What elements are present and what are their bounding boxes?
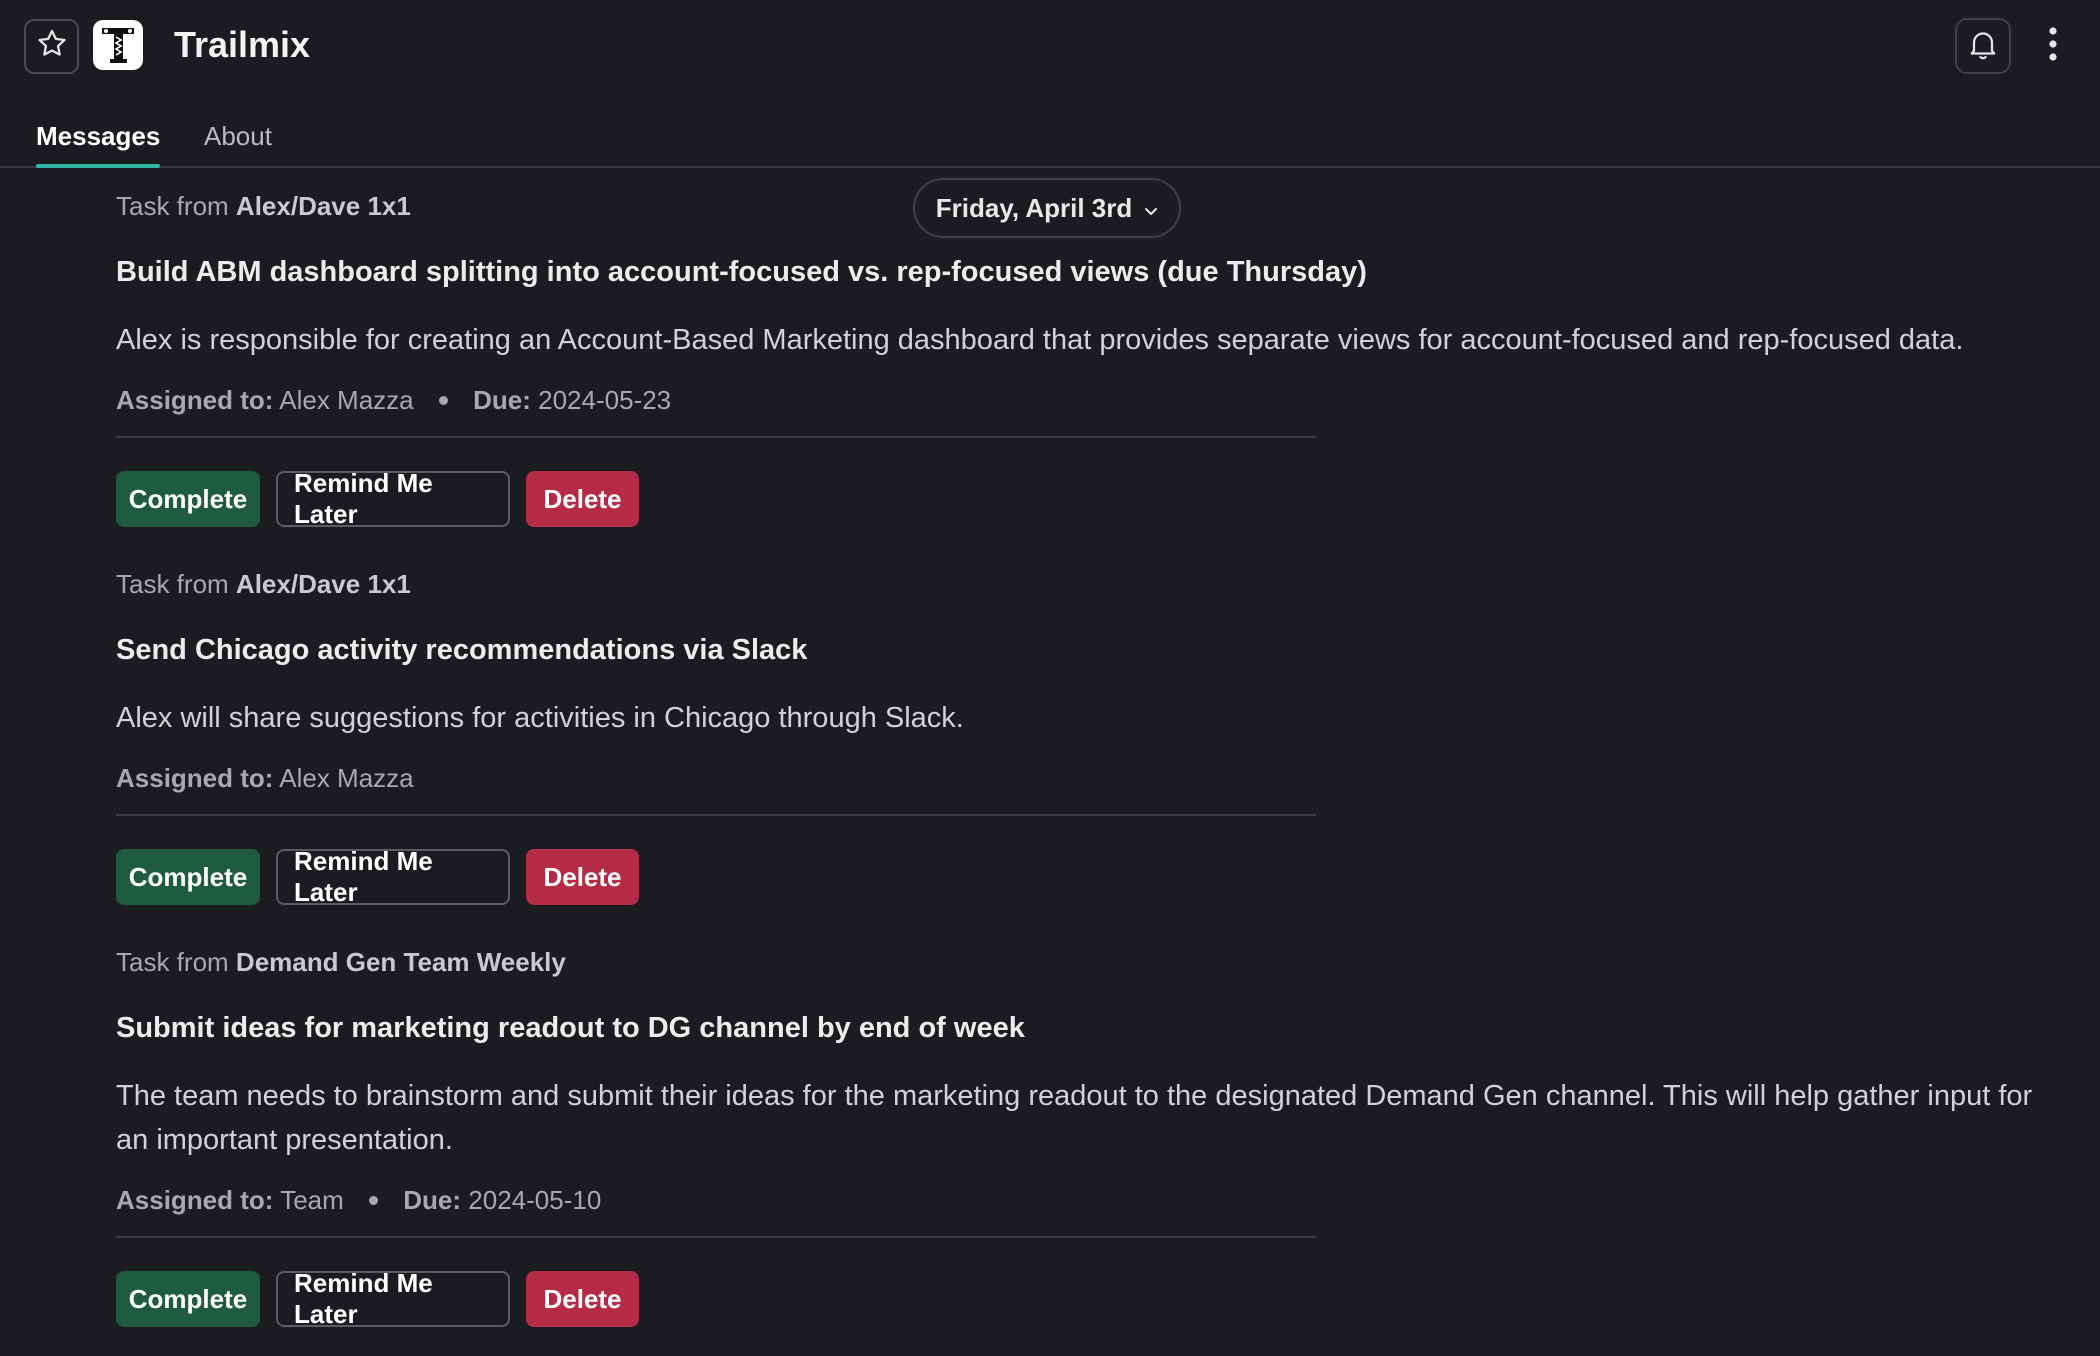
complete-button[interactable]: Complete [116, 471, 260, 527]
delete-button[interactable]: Delete [526, 1271, 639, 1327]
channel-header: Trailmix [0, 0, 2100, 92]
task-description: Alex will share suggestions for activiti… [116, 702, 964, 734]
complete-button[interactable]: Complete [116, 849, 260, 905]
task-meta: Assigned to: Team Due: 2024-05-10 [116, 1182, 601, 1218]
delete-button[interactable]: Delete [526, 471, 639, 527]
bell-icon [1965, 26, 2001, 67]
trailmix-logo-icon [93, 20, 143, 70]
date-label: Friday, April 3rd [935, 192, 1133, 223]
remind-me-later-button[interactable]: Remind Me Later [276, 1268, 510, 1329]
task-description: The team needs to brainstorm and submit … [116, 1080, 2033, 1156]
due-label: Due: [473, 385, 531, 415]
assigned-label: Assigned to: [116, 763, 274, 793]
task-meta: Assigned to: Alex Mazza Due: 2024-05-23 [116, 382, 671, 418]
remind-me-later-button[interactable]: Remind Me Later [276, 468, 510, 529]
task-source: Task from Alex/Dave 1x1 [116, 188, 411, 224]
task-description: Alex is responsible for creating an Acco… [116, 324, 1964, 356]
vertical-dots-icon [2048, 26, 2058, 67]
task-source-name: Demand Gen Team Weekly [235, 947, 566, 977]
due-date: 2024-05-10 [468, 1185, 602, 1215]
assignee: Alex Mazza [279, 385, 414, 415]
star-button[interactable] [24, 19, 79, 74]
more-options-button[interactable] [2036, 20, 2070, 72]
task-source: Task from Demand Gen Team Weekly [116, 944, 566, 980]
app-title: Trailmix [174, 24, 311, 65]
meta-separator [369, 1195, 379, 1205]
task-actions: Complete Remind Me Later Delete [116, 1268, 639, 1329]
task-title: Submit ideas for marketing readout to DG… [116, 1012, 1025, 1044]
delete-button[interactable]: Delete [526, 849, 639, 905]
task-title: Build ABM dashboard splitting into accou… [116, 256, 1367, 288]
task-meta: Assigned to: Alex Mazza [116, 760, 414, 796]
complete-button[interactable]: Complete [116, 1271, 260, 1327]
tab-about[interactable]: About [204, 114, 272, 158]
task-source-prefix: Task from [116, 569, 229, 599]
task-divider [116, 814, 1316, 816]
assigned-label: Assigned to: [116, 385, 274, 415]
assigned-label: Assigned to: [116, 1185, 274, 1215]
due-date: 2024-05-23 [538, 385, 672, 415]
task-source-name: Alex/Dave 1x1 [235, 569, 411, 599]
date-divider-button[interactable]: Friday, April 3rd [913, 178, 1181, 238]
notifications-button[interactable] [1955, 18, 2011, 74]
task-divider [116, 1236, 1316, 1238]
meta-separator [438, 395, 448, 405]
task-actions: Complete Remind Me Later Delete [116, 468, 639, 529]
task-source-prefix: Task from [116, 947, 229, 977]
task-source: Task from Alex/Dave 1x1 [116, 566, 411, 602]
task-title: Send Chicago activity recommendations vi… [116, 634, 808, 666]
remind-me-later-button[interactable]: Remind Me Later [276, 846, 510, 907]
task-source-prefix: Task from [116, 191, 229, 221]
tab-bar: Messages About [0, 106, 2100, 168]
star-icon [35, 27, 69, 66]
due-label: Due: [403, 1185, 462, 1215]
chevron-down-icon [1144, 193, 1158, 224]
tab-messages[interactable]: Messages [36, 114, 161, 168]
assignee: Team [280, 1185, 344, 1215]
task-source-name: Alex/Dave 1x1 [235, 191, 411, 221]
task-actions: Complete Remind Me Later Delete [116, 846, 639, 907]
assignee: Alex Mazza [279, 763, 414, 793]
task-divider [116, 436, 1316, 438]
